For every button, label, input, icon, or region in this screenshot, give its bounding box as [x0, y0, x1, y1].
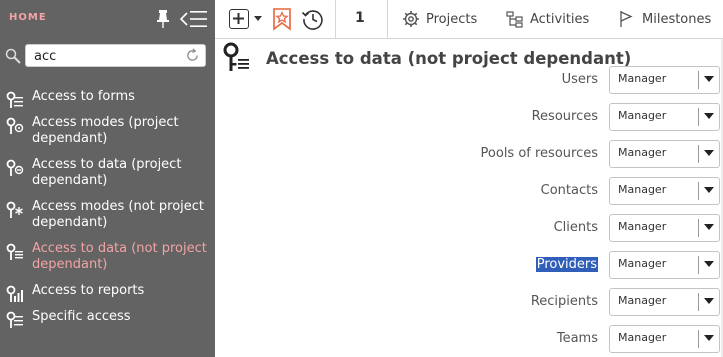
- access-level-select[interactable]: Manager: [609, 214, 720, 242]
- select-value: Manager: [618, 220, 667, 233]
- access-row-resources: Resources Manager: [215, 103, 723, 131]
- sidebar-header: HOME: [0, 0, 215, 38]
- counter-badge[interactable]: 1: [355, 10, 365, 26]
- row-label: Recipients: [530, 294, 598, 309]
- sidebar-item-access-data-not-project[interactable]: Access to data (not project dependant): [0, 241, 215, 275]
- gear-icon: [403, 11, 419, 27]
- access-row-recipients: Recipients Manager: [215, 288, 723, 316]
- select-value: Manager: [618, 257, 667, 270]
- row-label: Resources: [531, 109, 598, 124]
- access-level-select[interactable]: Manager: [609, 66, 720, 94]
- chevron-down-icon: [704, 335, 714, 341]
- row-label-selected: Providers: [535, 257, 598, 272]
- tab-label: Activities: [530, 11, 590, 27]
- sidebar: HOME A: [0, 0, 215, 357]
- tab-activities[interactable]: Activities: [506, 0, 589, 38]
- tab-milestones[interactable]: Milestones: [618, 0, 711, 38]
- row-label: Clients: [553, 220, 598, 235]
- access-row-teams: Teams Manager: [215, 325, 723, 353]
- chevron-down-icon: [704, 187, 714, 193]
- sidebar-item-specific-access[interactable]: Specific access: [0, 309, 215, 329]
- sidebar-item-access-data-project[interactable]: Access to data (project dependant): [0, 157, 215, 191]
- key-reports-icon: [6, 285, 23, 302]
- access-level-select[interactable]: Manager: [609, 140, 720, 168]
- reset-search-icon[interactable]: [185, 48, 200, 63]
- key-data-project-icon: [6, 159, 24, 176]
- search-input[interactable]: [34, 47, 184, 65]
- key-modes-star-icon: [6, 201, 23, 218]
- collapse-menu-icon[interactable]: [180, 8, 208, 30]
- sidebar-search: [0, 42, 215, 70]
- main-content: Access to data (not project dependant) U…: [215, 39, 723, 357]
- hierarchy-icon: [506, 11, 523, 28]
- chevron-down-icon: [704, 113, 714, 119]
- access-row-providers: Providers Manager: [215, 251, 723, 279]
- access-row-contacts: Contacts Manager: [215, 177, 723, 205]
- sidebar-item-access-modes-not-project[interactable]: Access modes (not project dependant): [0, 199, 215, 233]
- row-label: Teams: [556, 331, 598, 346]
- key-modes-icon: [6, 117, 24, 134]
- access-row-clients: Clients Manager: [215, 214, 723, 242]
- sidebar-item-access-to-reports[interactable]: Access to reports: [0, 283, 215, 303]
- access-row-users: Users Manager: [215, 66, 723, 94]
- key-forms-icon: [6, 91, 23, 108]
- row-label: Contacts: [540, 183, 598, 198]
- search-icon: [5, 48, 21, 64]
- access-level-select[interactable]: Manager: [609, 251, 720, 279]
- history-clock-icon[interactable]: [301, 7, 325, 31]
- toolbar-divider: [335, 0, 336, 39]
- sidebar-item-access-modes-project[interactable]: Access modes (project dependant): [0, 115, 215, 149]
- pin-icon[interactable]: [154, 9, 172, 29]
- add-button[interactable]: [229, 9, 249, 29]
- access-level-select[interactable]: Manager: [609, 177, 720, 205]
- chevron-down-icon: [704, 224, 714, 230]
- tab-label: Projects: [426, 11, 478, 27]
- key-list-icon: [6, 243, 23, 260]
- sidebar-item-label: Access modes (not project dependant): [32, 199, 205, 230]
- access-level-select[interactable]: Manager: [609, 288, 720, 316]
- select-value: Manager: [618, 72, 667, 85]
- tab-label: Milestones: [642, 11, 712, 27]
- key-specific-icon: [6, 311, 23, 328]
- flag-icon: [620, 11, 633, 27]
- sidebar-item-label: Access modes (project dependant): [32, 115, 179, 146]
- row-label: Users: [561, 72, 598, 87]
- chevron-down-icon: [704, 298, 714, 304]
- chevron-down-icon: [704, 261, 714, 267]
- sidebar-item-label: Specific access: [32, 309, 131, 324]
- toolbar-divider: [387, 0, 388, 39]
- topbar: 1 Projects Activities Milestones: [215, 0, 723, 39]
- select-value: Manager: [618, 109, 667, 122]
- row-label: Pools of resources: [480, 146, 598, 161]
- access-level-select[interactable]: Manager: [609, 325, 720, 353]
- sidebar-item-label: Access to data (project dependant): [32, 157, 182, 188]
- chevron-down-icon[interactable]: [253, 13, 263, 23]
- select-value: Manager: [618, 294, 667, 307]
- chevron-down-icon: [704, 76, 714, 82]
- sidebar-item-label: Access to data (not project dependant): [32, 241, 207, 272]
- access-level-select[interactable]: Manager: [609, 103, 720, 131]
- chevron-down-icon: [704, 150, 714, 156]
- sidebar-item-access-to-forms[interactable]: Access to forms: [0, 89, 215, 109]
- plus-icon: [233, 13, 244, 24]
- access-row-pools-of-resources: Pools of resources Manager: [215, 140, 723, 168]
- home-link[interactable]: HOME: [9, 12, 47, 23]
- tab-projects[interactable]: Projects: [402, 0, 477, 38]
- favorite-bookmark-icon[interactable]: [271, 7, 293, 31]
- sidebar-item-label: Access to reports: [32, 283, 145, 298]
- search-box: [25, 44, 206, 67]
- select-value: Manager: [618, 146, 667, 159]
- select-value: Manager: [618, 183, 667, 196]
- sidebar-item-label: Access to forms: [32, 89, 135, 104]
- select-value: Manager: [618, 331, 667, 344]
